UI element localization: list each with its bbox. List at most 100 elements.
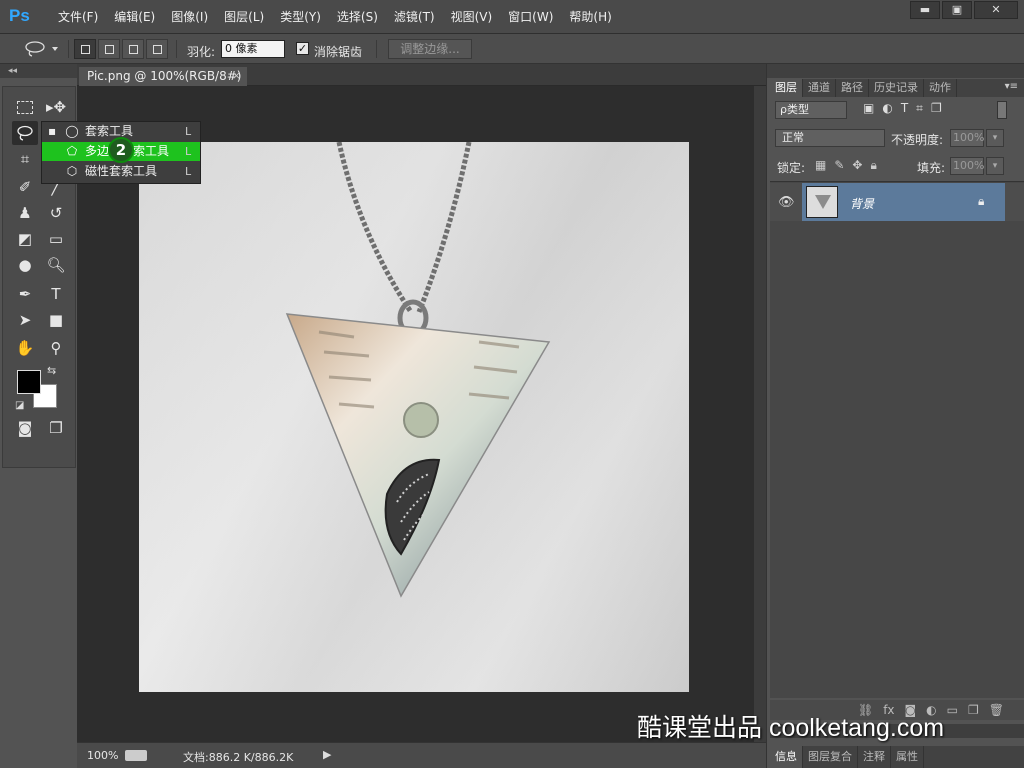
visibility-eye-icon[interactable]: 👁︎ bbox=[778, 195, 795, 210]
move-icon: ▸✥ bbox=[45, 98, 67, 116]
lock-position-icon[interactable]: ✥ bbox=[852, 158, 862, 173]
blur-tool[interactable]: ● bbox=[12, 253, 38, 277]
marquee-tool[interactable] bbox=[12, 95, 38, 119]
toolbox-collapse-handle[interactable]: ◂◂ bbox=[0, 64, 77, 78]
flyout-item-label: 磁性套索工具 bbox=[85, 164, 158, 178]
tab-paths[interactable]: 路径 bbox=[836, 79, 869, 97]
panel-menu-icon[interactable]: ▾≡ bbox=[1005, 81, 1018, 92]
tab-layer-comps[interactable]: 图层复合 bbox=[803, 746, 858, 768]
right-panel-dock: 图层 通道 路径 历史记录 动作 ▾≡ ρ类型 ▣ ◐ T ⌗ ❐ 正常 不透明… bbox=[766, 64, 1024, 768]
fill-dropdown-icon[interactable]: ▾ bbox=[986, 157, 1004, 175]
close-button[interactable]: ✕ bbox=[974, 1, 1018, 19]
magnifier-icon: ⚲ bbox=[50, 339, 62, 357]
pen-tool[interactable]: ✒ bbox=[12, 282, 38, 306]
eraser-tool[interactable]: ◩ bbox=[12, 227, 38, 251]
menu-type[interactable]: 类型(Y) bbox=[272, 9, 329, 25]
bandage-icon: ✐ bbox=[18, 178, 32, 196]
antialias-checkbox[interactable]: ✓ bbox=[296, 42, 309, 55]
add-selection-icon bbox=[104, 44, 114, 54]
menu-filter[interactable]: 滤镜(T) bbox=[386, 9, 443, 25]
new-group-icon[interactable]: ▭ bbox=[947, 700, 958, 720]
type-tool[interactable]: T bbox=[43, 282, 69, 306]
tab-notes[interactable]: 注释 bbox=[858, 746, 891, 768]
layer-filter-select[interactable]: ρ类型 bbox=[775, 101, 847, 119]
healing-brush-tool[interactable]: ✐ bbox=[12, 175, 38, 199]
tab-layers[interactable]: 图层 bbox=[770, 79, 803, 97]
menu-help[interactable]: 帮助(H) bbox=[561, 9, 619, 25]
zoom-tool[interactable]: ⚲ bbox=[43, 336, 69, 360]
lock-transparent-icon[interactable]: ▦ bbox=[815, 158, 826, 173]
minimize-button[interactable]: ▬ bbox=[910, 1, 940, 19]
default-colors-icon[interactable]: ◪ bbox=[15, 400, 24, 411]
antialias-label: 消除锯齿 bbox=[314, 45, 363, 59]
vertical-scrollbar[interactable] bbox=[754, 86, 766, 742]
flyout-magnetic-lasso-tool[interactable]: ⬡ 磁性套索工具 L bbox=[42, 162, 200, 181]
lock-all-icon[interactable]: 🔒︎ bbox=[870, 158, 876, 173]
layer-thumbnail bbox=[806, 186, 838, 218]
menu-select[interactable]: 选择(S) bbox=[329, 9, 386, 25]
panel-collapse-strip[interactable] bbox=[767, 64, 1024, 78]
tab-history[interactable]: 历史记录 bbox=[869, 79, 924, 97]
layer-row[interactable]: 👁︎ 背景 🔒︎ bbox=[770, 183, 1024, 221]
menu-view[interactable]: 视图(V) bbox=[443, 9, 501, 25]
blend-mode-select[interactable]: 正常 bbox=[775, 129, 885, 147]
new-layer-icon[interactable]: ❐ bbox=[968, 700, 979, 720]
tab-properties[interactable]: 属性 bbox=[891, 746, 924, 768]
feather-input[interactable]: 0 像素 bbox=[221, 40, 285, 58]
status-menu-arrow-icon[interactable]: ▶ bbox=[323, 748, 331, 761]
opacity-dropdown-icon[interactable]: ▾ bbox=[986, 129, 1004, 147]
tab-info[interactable]: 信息 bbox=[770, 746, 803, 768]
document-tab[interactable]: Pic.png @ 100%(RGB/8#) × bbox=[79, 67, 247, 86]
subtract-selection-button[interactable] bbox=[122, 39, 144, 59]
screen-mode-button[interactable]: ❐ bbox=[43, 416, 69, 440]
intersect-selection-button[interactable] bbox=[146, 39, 168, 59]
new-selection-button[interactable] bbox=[74, 39, 96, 59]
crop-tool[interactable]: ⌗ bbox=[12, 147, 38, 171]
image-canvas[interactable] bbox=[139, 142, 689, 692]
dodge-icon: 🔍︎ bbox=[46, 256, 66, 274]
pixel-filter-icon[interactable]: ▣ bbox=[863, 101, 874, 116]
adjustment-filter-icon[interactable]: ◐ bbox=[882, 101, 892, 116]
menu-layer[interactable]: 图层(L) bbox=[216, 9, 272, 25]
options-separator bbox=[176, 40, 177, 58]
menu-file[interactable]: 文件(F) bbox=[50, 9, 106, 25]
foreground-color-swatch[interactable] bbox=[17, 370, 41, 394]
lock-pixels-icon[interactable]: ✎ bbox=[834, 158, 844, 173]
filter-toggle[interactable] bbox=[997, 101, 1007, 119]
move-tool[interactable]: ▸✥ bbox=[43, 95, 69, 119]
layer-name[interactable]: 背景 bbox=[850, 195, 874, 212]
dodge-tool[interactable]: 🔍︎ bbox=[43, 253, 69, 277]
tool-preset-picker[interactable] bbox=[22, 40, 62, 58]
type-filter-icon[interactable]: T bbox=[901, 101, 908, 116]
options-separator bbox=[68, 40, 69, 58]
shape-filter-icon[interactable]: ⌗ bbox=[916, 101, 923, 116]
feather-label: 羽化: bbox=[187, 45, 216, 59]
flyout-item-shortcut: L bbox=[185, 165, 192, 178]
history-brush-tool[interactable]: ↺ bbox=[43, 201, 69, 225]
document-tab-title: Pic.png @ 100%(RGB/8#) bbox=[87, 69, 242, 83]
window-controls: ▬ ▣ ✕ bbox=[910, 1, 1018, 19]
menu-image[interactable]: 图像(I) bbox=[163, 9, 216, 25]
zoom-level[interactable]: 100% bbox=[87, 749, 118, 762]
tab-actions[interactable]: 动作 bbox=[924, 79, 957, 97]
clone-stamp-tool[interactable]: ♟ bbox=[12, 201, 38, 225]
tab-channels[interactable]: 通道 bbox=[803, 79, 836, 97]
path-selection-tool[interactable]: ➤ bbox=[12, 308, 38, 332]
refine-edge-button[interactable]: 调整边缘... bbox=[388, 39, 472, 59]
smart-object-filter-icon[interactable]: ❐ bbox=[931, 101, 942, 116]
pen-icon: ✒ bbox=[18, 285, 32, 303]
add-to-selection-button[interactable] bbox=[98, 39, 120, 59]
restore-button[interactable]: ▣ bbox=[942, 1, 972, 19]
hand-tool[interactable]: ✋ bbox=[12, 336, 38, 360]
delete-layer-icon[interactable]: 🗑︎ bbox=[989, 700, 1004, 720]
gradient-tool[interactable]: ▭ bbox=[43, 227, 69, 251]
lasso-tool[interactable] bbox=[12, 121, 38, 145]
menu-edit[interactable]: 编辑(E) bbox=[106, 9, 163, 25]
close-tab-icon[interactable]: × bbox=[232, 67, 241, 85]
rectangle-tool[interactable]: ■ bbox=[43, 308, 69, 332]
menu-window[interactable]: 窗口(W) bbox=[500, 9, 561, 25]
quick-mask-button[interactable]: ◙ bbox=[12, 416, 38, 440]
fill-input[interactable]: 100% bbox=[950, 157, 984, 175]
opacity-input[interactable]: 100% bbox=[950, 129, 984, 147]
swap-colors-icon[interactable]: ⇆ bbox=[47, 364, 56, 377]
